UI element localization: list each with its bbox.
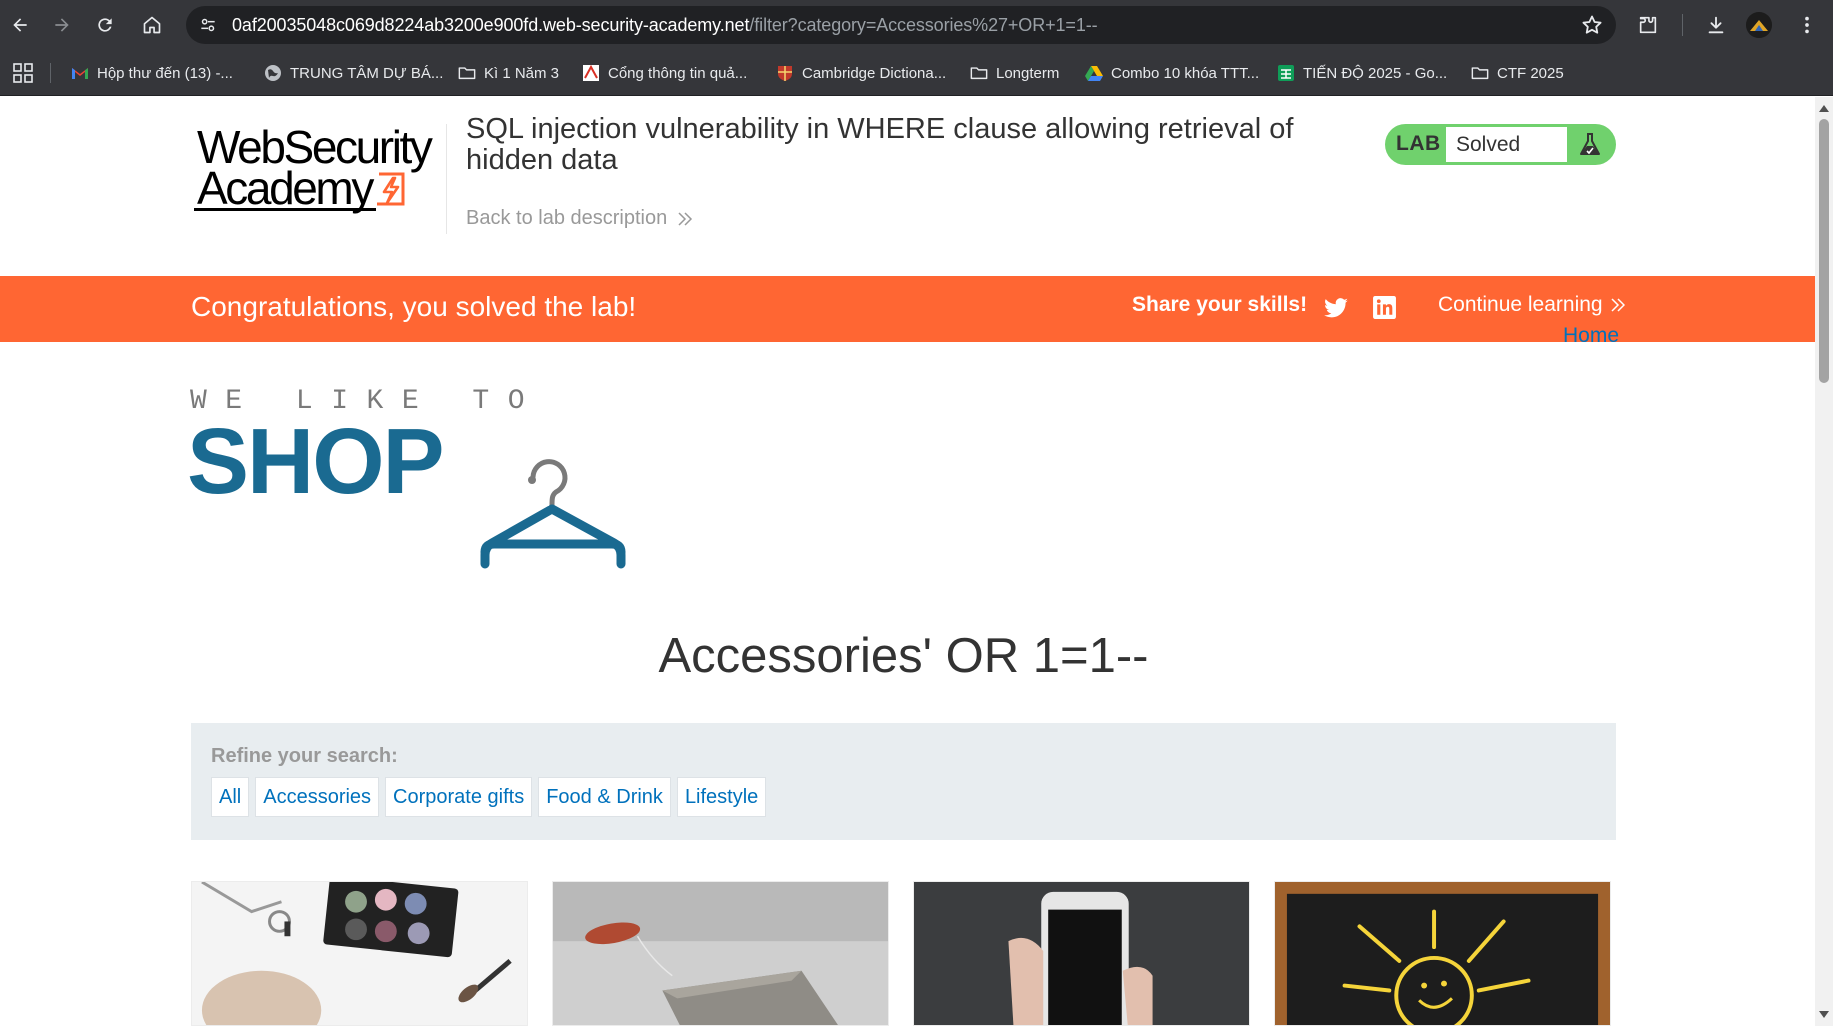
filter-corporate-gifts[interactable]: Corporate gifts [385, 777, 533, 817]
category-heading: Accessories' OR 1=1-- [658, 629, 1149, 683]
flask-icon [1580, 133, 1600, 155]
header-divider [446, 124, 447, 234]
logo-text-line2: Academy [197, 162, 374, 214]
url-host: 0af20035048c069d8224ab3200e900fd.web-sec… [232, 15, 750, 35]
category-filter-list: All Accessories Corporate gifts Food & D… [211, 777, 767, 817]
url-text[interactable]: 0af20035048c069d8224ab3200e900fd.web-sec… [232, 15, 1098, 36]
drive-icon [1085, 64, 1103, 82]
more-menu-icon[interactable] [1791, 9, 1823, 41]
download-icon[interactable] [1700, 9, 1732, 41]
product-image-tea-bag[interactable] [552, 881, 889, 1026]
site-info-icon[interactable] [196, 13, 220, 37]
double-chevron-right-icon [1611, 298, 1625, 312]
logo-underline [194, 208, 376, 211]
page-scrollbar[interactable] [1815, 97, 1833, 1026]
address-bar[interactable]: 0af20035048c069d8224ab3200e900fd.web-sec… [186, 6, 1616, 44]
gmail-icon [71, 64, 89, 82]
bookmark-longterm[interactable]: Longterm [970, 62, 1059, 84]
star-icon[interactable] [1580, 13, 1604, 37]
web-security-academy-logo[interactable]: WebSecurity Academy [191, 120, 441, 214]
linkedin-icon[interactable] [1372, 295, 1397, 320]
bookmark-label: Hộp thư đến (13) -... [97, 64, 233, 82]
bookmark-cong-thong-tin[interactable]: Cổng thông tin quả... [582, 62, 747, 84]
scroll-up-arrow-icon[interactable] [1819, 105, 1829, 112]
scroll-thumb[interactable] [1819, 119, 1829, 383]
bookmark-label: Cambridge Dictiona... [802, 64, 947, 82]
filter-lifestyle[interactable]: Lifestyle [676, 777, 767, 817]
bookmark-combo[interactable]: Combo 10 khóa TTT... [1085, 62, 1259, 84]
bookmark-label: Kì 1 Năm 3 [484, 64, 560, 82]
bookmark-label: Cổng thông tin quả... [608, 64, 748, 82]
globe-icon [264, 64, 282, 82]
sheets-icon [1277, 64, 1295, 82]
folder-icon [1471, 64, 1489, 82]
home-link[interactable]: Home [1563, 324, 1619, 348]
forward-icon[interactable] [46, 9, 78, 41]
continue-learning-label: Continue learning [1438, 293, 1603, 316]
share-skills-label: Share your skills! [1132, 293, 1308, 316]
profile-avatar[interactable] [1746, 12, 1772, 38]
double-chevron-right-icon [678, 211, 693, 226]
bookmark-label: TIẾN ĐỘ 2025 - Go... [1303, 64, 1448, 82]
back-icon[interactable] [4, 9, 36, 41]
back-link-label: Back to lab description [466, 207, 668, 229]
bookmark-cambridge[interactable]: Cambridge Dictiona... [776, 62, 946, 84]
url-path: /filter?category=Accessories%27+OR+1=1-- [749, 15, 1098, 35]
browser-toolbar: 0af20035048c069d8224ab3200e900fd.web-sec… [0, 0, 1833, 50]
bookmark-ctf-2025[interactable]: CTF 2025 [1471, 62, 1564, 84]
folder-icon [970, 64, 988, 82]
lab-badge-word: LAB [1396, 132, 1441, 155]
home-icon[interactable] [136, 9, 168, 41]
bookmark-ki-1-nam-3[interactable]: Kì 1 Năm 3 [458, 62, 559, 84]
product-image-sun-chalkboard[interactable] [1274, 881, 1611, 1026]
product-image-makeup[interactable] [191, 881, 528, 1026]
shop-wordmark: SHOP [187, 409, 445, 513]
toolbar-divider [1682, 14, 1683, 36]
bookmark-label: CTF 2025 [1497, 64, 1564, 82]
bookmark-tien-do[interactable]: TIẾN ĐỘ 2025 - Go... [1277, 62, 1447, 84]
bookmarks-divider [50, 63, 51, 83]
lab-status-text: Solved [1446, 127, 1567, 162]
apps-grid-icon[interactable] [12, 62, 34, 84]
bookmarks-bar: Hộp thư đến (13) -... TRUNG TÂM DỰ BÁ...… [0, 50, 1833, 96]
portal-icon [582, 64, 600, 82]
bookmark-gmail[interactable]: Hộp thư đến (13) -... [71, 62, 233, 84]
refine-search-panel: Refine your search: All Accessories Corp… [191, 723, 1616, 840]
scroll-down-arrow-icon[interactable] [1819, 1011, 1829, 1018]
extensions-icon[interactable] [1632, 9, 1664, 41]
congratulations-message: Congratulations, you solved the lab! [191, 291, 637, 322]
refine-search-label: Refine your search: [211, 745, 398, 767]
filter-food-drink[interactable]: Food & Drink [538, 777, 671, 817]
page-content: WebSecurity Academy SQL injection vulner… [0, 97, 1815, 1026]
bookmark-label: Combo 10 khóa TTT... [1111, 64, 1260, 82]
bookmark-trung-tam[interactable]: TRUNG TÂM DỰ BÁ... [264, 62, 443, 84]
reload-icon[interactable] [89, 9, 121, 41]
filter-accessories[interactable]: Accessories [255, 777, 380, 817]
bookmark-label: TRUNG TÂM DỰ BÁ... [290, 64, 444, 82]
coat-hanger-icon [480, 459, 626, 569]
cambridge-icon [776, 64, 794, 82]
folder-icon [458, 64, 476, 82]
bookmark-label: Longterm [996, 64, 1060, 82]
lab-title: SQL injection vulnerability in WHERE cla… [466, 113, 1294, 176]
lab-status-badge: LAB Solved [1385, 124, 1616, 165]
twitter-icon[interactable] [1323, 295, 1349, 321]
product-image-phone[interactable] [913, 881, 1250, 1026]
lightning-bolt-icon [377, 172, 405, 206]
solved-banner: Congratulations, you solved the lab! Sha… [0, 276, 1815, 342]
back-to-lab-description-link[interactable]: Back to lab description [466, 207, 693, 230]
filter-all[interactable]: All [211, 777, 250, 817]
continue-learning-link[interactable]: Continue learning [1438, 293, 1625, 317]
